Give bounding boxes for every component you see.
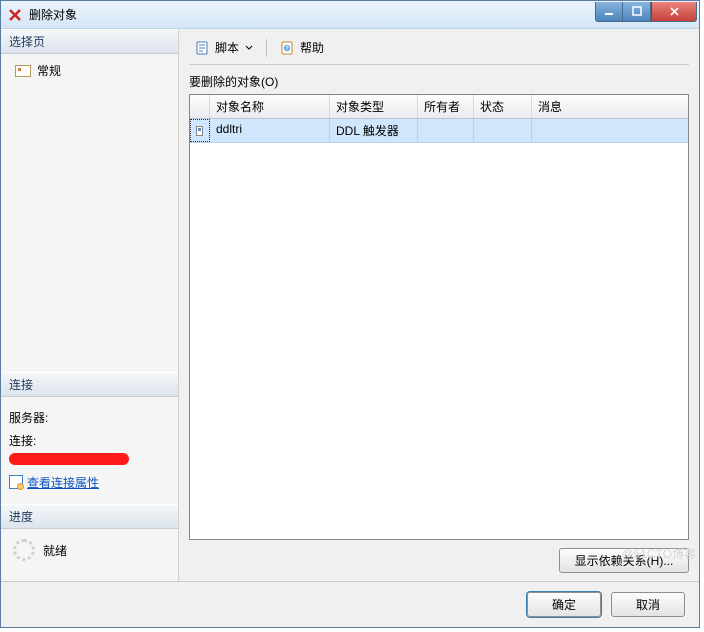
progress-header: 进度 (1, 504, 178, 529)
cell-state (474, 119, 532, 142)
help-icon: ? (280, 40, 296, 56)
objects-to-delete-label: 要删除的对象(O) (189, 73, 689, 90)
dialog-footer: 确定 取消 (1, 581, 699, 627)
toolbar-separator (266, 39, 267, 57)
progress-spinner-icon (13, 539, 35, 561)
server-field: 服务器: (9, 409, 170, 426)
delete-object-dialog: 删除对象 选择页 常规 连接 服务器: 连接: (0, 0, 700, 628)
row-icon-cell (190, 119, 210, 142)
help-label: 帮助 (300, 39, 324, 56)
minimize-button[interactable] (595, 2, 623, 22)
sidebar-item-label: 常规 (37, 62, 61, 79)
link-label: 查看连接属性 (27, 474, 99, 491)
script-icon (195, 40, 211, 56)
script-button[interactable]: 脚本 (191, 37, 257, 58)
connection-body: 服务器: 连接: 查看连接属性 (1, 397, 178, 505)
col-icon[interactable] (190, 95, 210, 118)
help-button[interactable]: ? 帮助 (276, 37, 328, 58)
maximize-button[interactable] (623, 2, 651, 22)
window-title: 删除对象 (29, 6, 595, 23)
connection-header: 连接 (1, 372, 178, 397)
object-icon (196, 126, 203, 136)
chevron-down-icon (245, 44, 253, 52)
col-owner[interactable]: 所有者 (418, 95, 474, 118)
grid-footer: 显示依赖关系(H)... (189, 540, 689, 573)
properties-icon (9, 475, 23, 489)
connection-value-redacted (9, 453, 129, 465)
connection-label: 连接: (9, 432, 170, 449)
delete-icon (7, 7, 23, 23)
toolbar: 脚本 ? 帮助 (189, 35, 689, 65)
grid-body: ddltri DDL 触发器 (190, 119, 688, 539)
ok-button[interactable]: 确定 (527, 592, 601, 617)
window-controls (595, 2, 697, 22)
grid-header: 对象名称 对象类型 所有者 状态 消息 (190, 95, 688, 119)
page-list: 常规 (1, 54, 178, 372)
col-object-type[interactable]: 对象类型 (330, 95, 418, 118)
main-panel: 脚本 ? 帮助 要删除的对象(O) 对象名 (179, 29, 699, 581)
col-state[interactable]: 状态 (474, 95, 532, 118)
server-label: 服务器: (9, 409, 170, 426)
objects-grid[interactable]: 对象名称 对象类型 所有者 状态 消息 ddltri DDL 触发器 (189, 94, 689, 540)
col-object-name[interactable]: 对象名称 (210, 95, 330, 118)
cancel-button[interactable]: 取消 (611, 592, 685, 617)
col-message[interactable]: 消息 (532, 95, 688, 118)
select-page-header: 选择页 (1, 29, 178, 54)
close-button[interactable] (651, 2, 697, 22)
sidebar: 选择页 常规 连接 服务器: 连接: (1, 29, 179, 581)
content-area: 要删除的对象(O) 对象名称 对象类型 所有者 状态 消息 ddlt (189, 73, 689, 573)
view-conn-props-row: 查看连接属性 (9, 474, 170, 493)
script-label: 脚本 (215, 39, 239, 56)
titlebar[interactable]: 删除对象 (1, 1, 699, 29)
cell-name: ddltri (210, 119, 330, 142)
table-row[interactable]: ddltri DDL 触发器 (190, 119, 688, 143)
cell-owner (418, 119, 474, 142)
dialog-body: 选择页 常规 连接 服务器: 连接: (1, 29, 699, 581)
view-connection-properties-link[interactable]: 查看连接属性 (9, 474, 99, 491)
progress-status: 就绪 (43, 542, 67, 559)
sidebar-item-general[interactable]: 常规 (9, 60, 170, 81)
page-icon (15, 65, 31, 77)
show-dependencies-button[interactable]: 显示依赖关系(H)... (559, 548, 689, 573)
progress-body: 就绪 (1, 529, 178, 581)
connection-field: 连接: (9, 432, 170, 468)
cell-msg (532, 119, 688, 142)
cell-type: DDL 触发器 (330, 119, 418, 142)
